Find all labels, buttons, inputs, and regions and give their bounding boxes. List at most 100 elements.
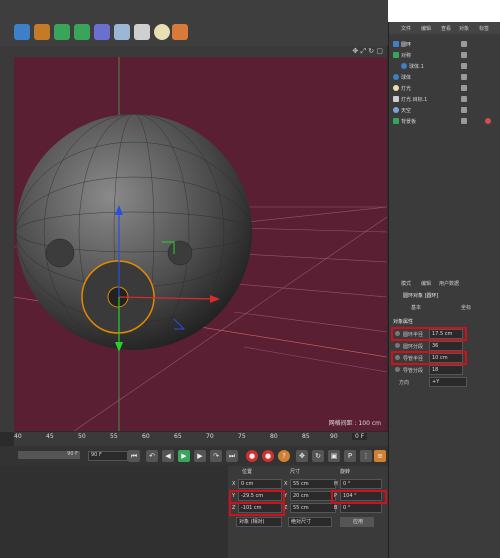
- highlight-box: [229, 502, 285, 516]
- target-icon: [393, 96, 399, 102]
- auto-key-icon[interactable]: ●: [262, 450, 274, 462]
- rot-b-input[interactable]: 0 °: [340, 503, 382, 513]
- symmetry-icon: [393, 52, 399, 58]
- material-manager: [0, 466, 228, 558]
- rot-h-input[interactable]: 0 °: [340, 479, 382, 489]
- next-key-icon[interactable]: ↷: [210, 450, 222, 462]
- size-z-input[interactable]: 55 cm: [290, 503, 336, 513]
- checkbox-icon[interactable]: [461, 107, 467, 113]
- checkbox-icon[interactable]: [461, 96, 467, 102]
- om-name: 背景板: [401, 119, 417, 125]
- end-frame-slider[interactable]: 90 F: [18, 451, 80, 459]
- 3d-viewport[interactable]: 网格间距 : 100 cm: [14, 57, 387, 431]
- deformer-icon[interactable]: [94, 24, 110, 40]
- direction-select[interactable]: +Y: [429, 377, 467, 387]
- apply-button[interactable]: 应用: [340, 517, 374, 527]
- go-start-icon[interactable]: ⏮: [128, 450, 140, 462]
- axis-label: H: [334, 481, 338, 487]
- cube-icon[interactable]: [14, 24, 30, 40]
- highlight-box: [391, 327, 467, 341]
- background-icon: [393, 118, 399, 124]
- om-name: 灯光.目标.1: [401, 97, 428, 103]
- om-row-torus[interactable]: 圆环: [389, 39, 500, 49]
- om-name: 球体: [401, 75, 412, 81]
- om-menu-view[interactable]: 查看: [441, 25, 451, 32]
- am-menu-edit[interactable]: 编辑: [421, 280, 431, 287]
- checkbox-icon[interactable]: [461, 85, 467, 91]
- tick-label: 80: [270, 433, 278, 440]
- om-name: 天空: [401, 108, 412, 114]
- om-row-light[interactable]: 灯光: [389, 83, 500, 93]
- om-menu-tags[interactable]: 标签: [479, 25, 489, 32]
- rotate-key-icon[interactable]: ↻: [312, 450, 324, 462]
- om-menu-edit[interactable]: 编辑: [421, 25, 431, 32]
- radio-icon[interactable]: [395, 367, 400, 372]
- om-row-symmetry[interactable]: 对称: [389, 50, 500, 60]
- field-label: 导管分段: [403, 368, 424, 374]
- field-label: 圆环分段: [403, 344, 424, 350]
- om-row-background[interactable]: 背景板: [389, 116, 500, 126]
- light-icon[interactable]: [154, 24, 170, 40]
- field-label: 方向: [399, 380, 410, 386]
- subdivision-icon[interactable]: [54, 24, 70, 40]
- object-title: 圆环对象 [圆环]: [403, 293, 439, 299]
- highlight-box: [391, 351, 467, 365]
- om-row-light-target[interactable]: 灯光.目标.1: [389, 94, 500, 104]
- om-menu-file[interactable]: 文件: [401, 25, 411, 32]
- om-row-sky[interactable]: 天空: [389, 105, 500, 115]
- am-menu-mode[interactable]: 模式: [401, 280, 411, 287]
- record-icon[interactable]: ●: [246, 450, 258, 462]
- timeline-menu-icon[interactable]: ≡: [374, 450, 386, 462]
- tick-label: 70: [206, 433, 214, 440]
- array-icon[interactable]: [74, 24, 90, 40]
- timeline-ruler[interactable]: 40 45 50 55 60 65 70 75 80 85 90 0 F: [14, 432, 388, 446]
- sphere-icon: [401, 63, 407, 69]
- pen-icon[interactable]: [34, 24, 50, 40]
- checkbox-icon[interactable]: [461, 41, 467, 47]
- param-key-icon[interactable]: P: [344, 450, 356, 462]
- scene-icon[interactable]: [114, 24, 130, 40]
- play-icon[interactable]: ▶: [178, 450, 190, 462]
- tag-icon[interactable]: [172, 24, 188, 40]
- checkbox-icon[interactable]: [461, 74, 467, 80]
- checkbox-icon[interactable]: [461, 63, 467, 69]
- camera-icon[interactable]: [134, 24, 150, 40]
- next-frame-icon[interactable]: ▶: [194, 450, 206, 462]
- checkbox-icon[interactable]: [461, 52, 467, 58]
- tick-label: 40: [14, 433, 22, 440]
- om-name: 球体.1: [409, 64, 424, 70]
- viewport-nav-icon[interactable]: ✥ ⤢ ↻ ▢: [352, 47, 383, 56]
- radio-icon[interactable]: [395, 343, 400, 348]
- size-x-input[interactable]: 55 cm: [290, 479, 336, 489]
- main-toolbar: [0, 0, 388, 47]
- prev-frame-icon[interactable]: ◀: [162, 450, 174, 462]
- ring-segments-input[interactable]: 36: [429, 341, 463, 351]
- am-menu-userdata[interactable]: 用户数据: [439, 280, 459, 287]
- om-menu-object[interactable]: 对象: [459, 25, 469, 32]
- viewport-menu-bar: ✥ ⤢ ↻ ▢: [14, 46, 387, 57]
- size-y-input[interactable]: 20 cm: [290, 491, 336, 501]
- tab-basic[interactable]: 基本: [411, 304, 421, 311]
- current-frame-field[interactable]: 0 F: [352, 433, 368, 440]
- go-end-icon[interactable]: ⏭: [226, 450, 238, 462]
- om-row-sphere[interactable]: 球体: [389, 72, 500, 82]
- prev-key-icon[interactable]: ↶: [146, 450, 158, 462]
- mode-select[interactable]: 对象 (相对): [236, 517, 282, 527]
- pipe-segments-input[interactable]: 18: [429, 365, 463, 375]
- viewport-scene: [14, 57, 387, 431]
- pla-key-icon[interactable]: ⋮: [360, 450, 372, 462]
- material-tag-icon[interactable]: [485, 118, 491, 124]
- scale-key-icon[interactable]: ▣: [328, 450, 340, 462]
- move-key-icon[interactable]: ✥: [296, 450, 308, 462]
- pos-x-input[interactable]: 0 cm: [238, 479, 282, 489]
- sky-icon: [393, 107, 399, 113]
- keyframe-icon[interactable]: ?: [278, 450, 290, 462]
- end-frame-input[interactable]: 90 F: [88, 451, 128, 461]
- om-name: 对称: [401, 53, 412, 59]
- object-manager: 文件 编辑 查看 对象 标签 圆环 对称 球体.1 球体 灯光 灯光.目标.1 …: [388, 22, 500, 277]
- axis-label: X: [232, 481, 236, 487]
- checkbox-icon[interactable]: [461, 118, 467, 124]
- om-row-sphere1[interactable]: 球体.1: [389, 61, 500, 71]
- size-mode-select[interactable]: 绝对尺寸: [288, 517, 332, 527]
- tab-coord[interactable]: 坐标: [461, 304, 471, 311]
